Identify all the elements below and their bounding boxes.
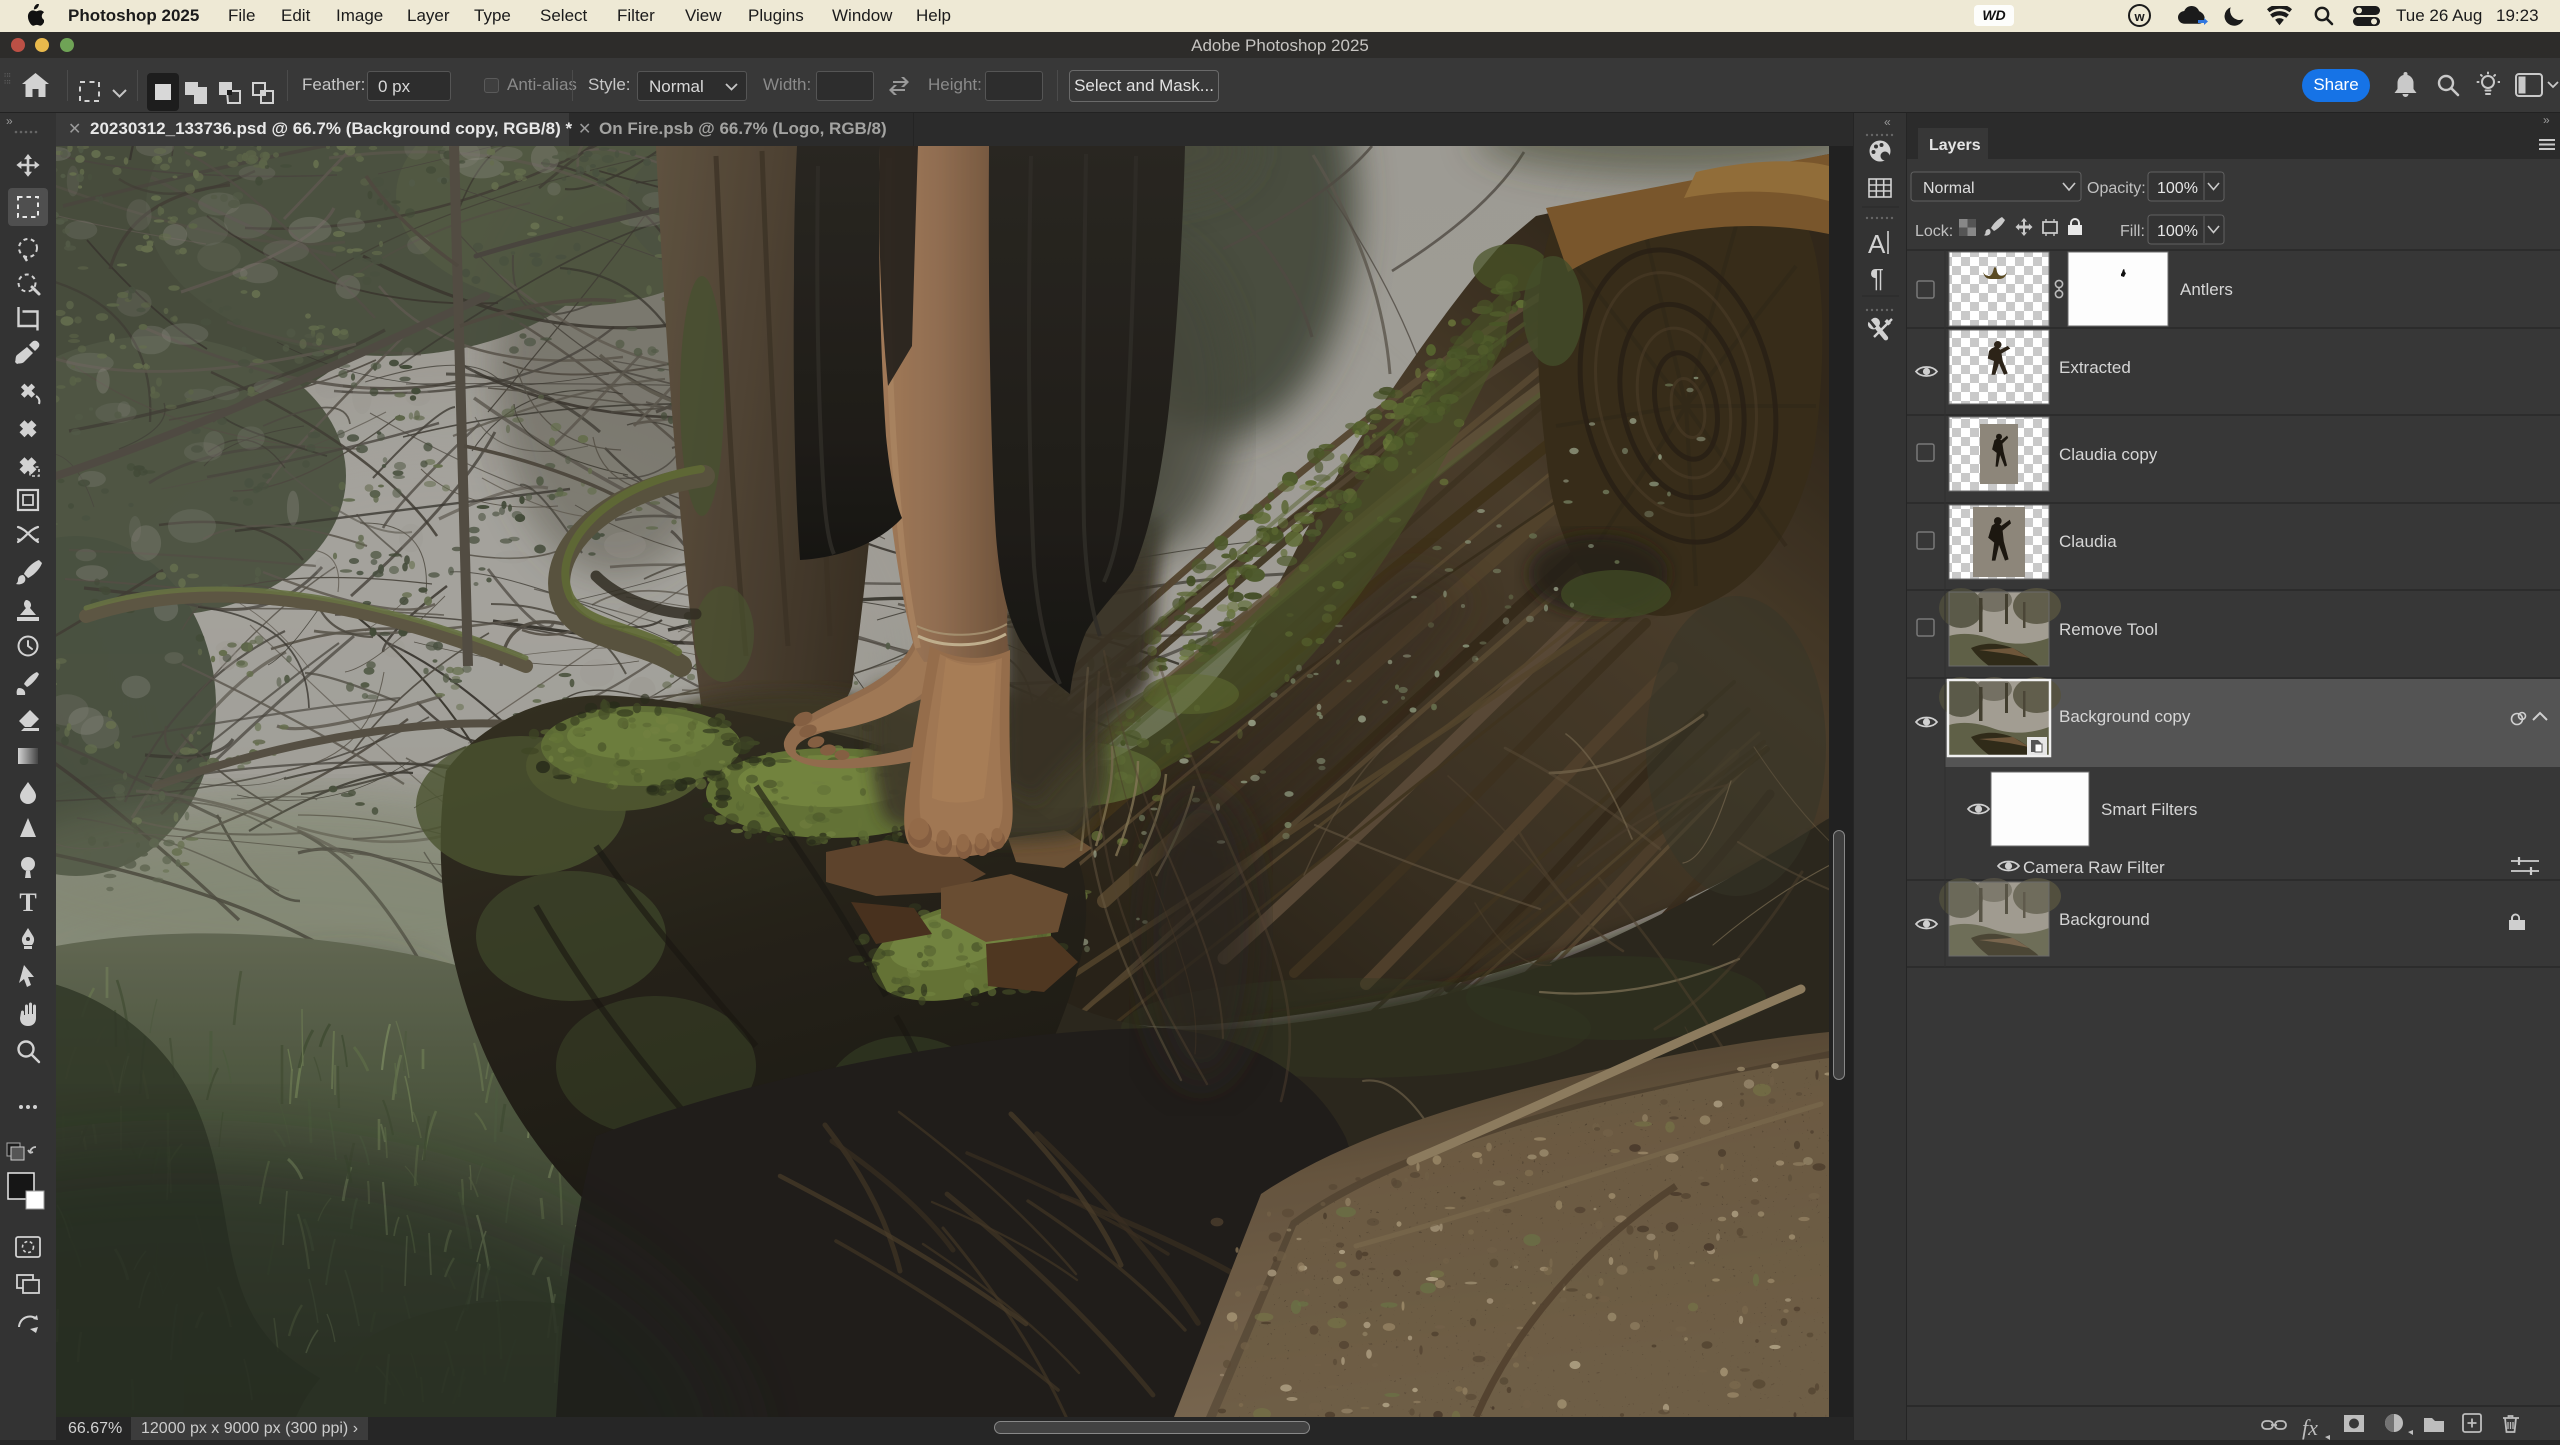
svg-text:A: A [1868, 229, 1886, 259]
svg-text:»: » [2543, 113, 2550, 127]
svg-text:Remove Tool: Remove Tool [2059, 620, 2158, 639]
svg-text:Layers: Layers [1929, 137, 1981, 154]
svg-text:fx: fx [2302, 1415, 2318, 1440]
svg-text:Claudia copy: Claudia copy [2059, 445, 2158, 464]
svg-text:¶: ¶ [1870, 263, 1884, 293]
svg-text:100%: 100% [2157, 223, 2198, 240]
svg-text:Claudia: Claudia [2059, 532, 2117, 551]
svg-text:«: « [1884, 115, 1891, 129]
svg-text:»: » [6, 114, 13, 128]
svg-text:Normal: Normal [1923, 180, 1975, 197]
svg-text:Smart Filters: Smart Filters [2101, 800, 2197, 819]
svg-text:Lock:: Lock: [1915, 223, 1953, 240]
svg-text:100%: 100% [2157, 180, 2198, 197]
svg-text:T: T [19, 888, 36, 917]
svg-text:Camera Raw Filter: Camera Raw Filter [2023, 858, 2165, 877]
svg-text:Extracted: Extracted [2059, 358, 2131, 377]
svg-text:Opacity:: Opacity: [2087, 180, 2146, 197]
svg-text:Background: Background [2059, 910, 2150, 929]
svg-text:Background copy: Background copy [2059, 707, 2191, 726]
svg-text:Antlers: Antlers [2180, 280, 2233, 299]
svg-text:Fill:: Fill: [2120, 223, 2145, 240]
